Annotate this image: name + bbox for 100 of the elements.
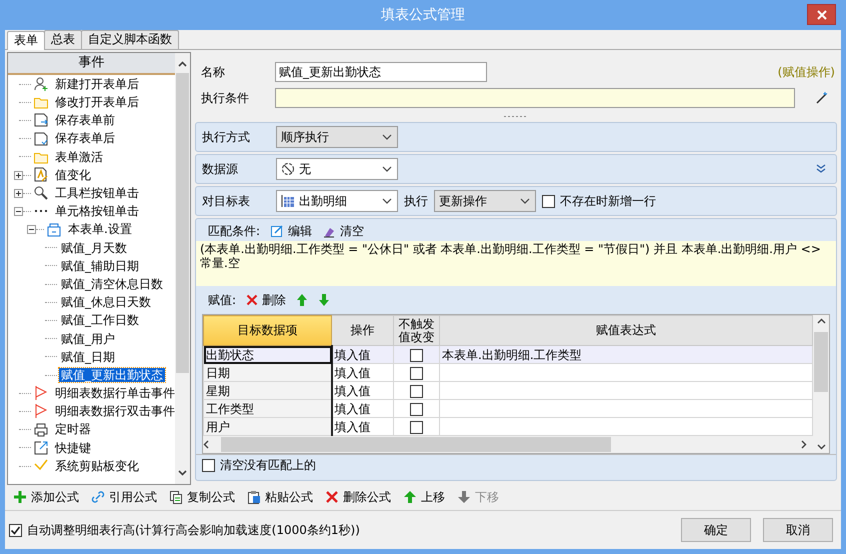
delete-button[interactable]: 删除 bbox=[246, 293, 286, 308]
checkbox[interactable] bbox=[9, 524, 22, 536]
collapse-icon[interactable] bbox=[14, 206, 23, 216]
tree-item[interactable]: 系统剪贴板变化 bbox=[53, 458, 141, 474]
checkbox-label: 不存在时新增一行 bbox=[560, 194, 656, 208]
dialog-button[interactable]: 确定 bbox=[681, 518, 751, 542]
datasource-dropdown[interactable]: 无 bbox=[276, 158, 398, 180]
dialog-button[interactable]: 取消 bbox=[763, 518, 833, 542]
field-label: 数据源 bbox=[202, 162, 239, 176]
tree-item[interactable]: 单元格按钮单击 bbox=[53, 204, 141, 219]
tree-item[interactable]: 修改打开表单后 bbox=[53, 95, 141, 110]
tree-item[interactable]: 赋值_辅助日期 bbox=[59, 258, 141, 274]
target-table-dropdown[interactable]: 出勤明细 bbox=[276, 190, 398, 212]
toolbar-button[interactable]: 粘贴公式 bbox=[247, 490, 313, 505]
scroll-down-icon[interactable] bbox=[816, 444, 826, 450]
flag-icon bbox=[33, 385, 49, 402]
move-down-icon[interactable] bbox=[318, 293, 330, 308]
column-header[interactable]: 操作 bbox=[332, 316, 394, 346]
expand-icon[interactable] bbox=[14, 170, 23, 180]
condition-expression: (本表单.出勤明细.工作类型 = "公休日" 或者 本表单.出勤明细.工作类型 = "节假日") 并且 本表单.出勤明细.用户 <> 常量.空 bbox=[196, 240, 836, 286]
table-cell: 用户 bbox=[204, 418, 332, 436]
table-cell: 日期 bbox=[204, 364, 332, 382]
checkbox[interactable] bbox=[410, 384, 423, 398]
column-header[interactable]: 不触发值改变 bbox=[394, 316, 440, 346]
tree-item[interactable]: 保存表单后 bbox=[53, 131, 117, 146]
tree-item[interactable]: 明细表数据行双击事件 bbox=[53, 404, 175, 419]
scroll-up-icon[interactable] bbox=[178, 61, 187, 67]
tree-item[interactable]: 赋值_更新出勤状态 bbox=[59, 368, 165, 382]
checkbox-label: 清空没有匹配上的 bbox=[220, 458, 316, 473]
tree-item[interactable]: 工具栏按钮单击 bbox=[53, 186, 141, 200]
toolbar-button[interactable]: 引用公式 bbox=[91, 490, 157, 505]
expand-icon[interactable] bbox=[14, 188, 23, 198]
expand-chevron-icon[interactable] bbox=[816, 164, 826, 174]
tree-item[interactable]: 赋值_月天数 bbox=[59, 240, 129, 255]
tree-item[interactable]: 值变化 bbox=[53, 168, 93, 182]
scroll-right-icon[interactable] bbox=[801, 440, 807, 450]
tree-item[interactable]: 赋值_日期 bbox=[59, 350, 117, 364]
edit-icon bbox=[270, 224, 284, 238]
field-label: 执行 bbox=[404, 194, 428, 208]
scrollbar[interactable] bbox=[175, 53, 190, 484]
checkbox[interactable] bbox=[410, 366, 423, 380]
tree-item[interactable]: 明细表数据行单击事件 bbox=[53, 386, 175, 400]
chevron-down-icon bbox=[381, 164, 393, 174]
tab[interactable]: 总表 bbox=[44, 30, 82, 49]
delete-icon bbox=[246, 294, 258, 306]
checkbox-label: 自动调整明细表行高(计算行高会影响加载速度(1000条约1秒)) bbox=[27, 522, 360, 538]
tree-item[interactable]: 定时器 bbox=[53, 422, 93, 437]
scroll-down-icon[interactable] bbox=[178, 470, 187, 476]
close-button[interactable] bbox=[807, 4, 836, 25]
scroll-left-icon[interactable] bbox=[203, 440, 209, 450]
vertical-scrollbar[interactable] bbox=[813, 315, 829, 454]
tree-item[interactable]: 赋值_休息日天数 bbox=[59, 295, 153, 310]
condition-field[interactable] bbox=[275, 88, 795, 108]
checkbox[interactable] bbox=[542, 194, 555, 208]
scroll-up-icon[interactable] bbox=[816, 318, 826, 324]
tree-item[interactable]: 快捷键 bbox=[53, 440, 93, 456]
toolbar-button[interactable]: 添加公式 bbox=[13, 490, 79, 505]
horizontal-scrollbar[interactable] bbox=[203, 436, 813, 454]
splitter-handle-icon[interactable] bbox=[503, 114, 529, 118]
toolbar-button[interactable]: 复制公式 bbox=[169, 490, 235, 505]
checkbox[interactable] bbox=[410, 348, 423, 362]
save-icon bbox=[33, 112, 49, 128]
tree-header: 事件 bbox=[8, 53, 175, 75]
tree-item[interactable]: 赋值_清空休息日数 bbox=[59, 276, 165, 292]
tab[interactable]: 自定义脚本函数 bbox=[81, 30, 179, 49]
arrow-up-icon bbox=[403, 490, 417, 504]
move-up-icon[interactable] bbox=[296, 293, 308, 308]
wand-icon[interactable] bbox=[815, 91, 829, 105]
field-label: 赋值: bbox=[208, 293, 236, 308]
edit-button[interactable]: 编辑 bbox=[270, 224, 312, 238]
tab[interactable]: 表单 bbox=[7, 31, 45, 50]
exec-dropdown[interactable]: 更新操作 bbox=[434, 190, 536, 212]
toolbar-button[interactable]: 删除公式 bbox=[325, 490, 391, 505]
flag-icon bbox=[33, 403, 49, 420]
table-cell: 出勤状态 bbox=[204, 346, 332, 364]
name-field[interactable]: 赋值_更新出勤状态 bbox=[275, 62, 487, 82]
checkbox[interactable] bbox=[410, 420, 423, 434]
no-entry-icon bbox=[281, 162, 295, 176]
chevron-down-icon bbox=[381, 132, 393, 142]
field-label: 名称 bbox=[201, 64, 226, 80]
column-header[interactable]: 赋值表达式 bbox=[440, 316, 812, 346]
table-cell: 填入值 bbox=[332, 346, 394, 364]
clear-button[interactable]: 清空 bbox=[322, 224, 364, 238]
tree-item[interactable]: 新建打开表单后 bbox=[53, 76, 141, 92]
tree-item[interactable]: 赋值_工作日数 bbox=[59, 313, 141, 328]
tree-item[interactable]: 本表单.设置 bbox=[66, 222, 134, 237]
checkbox[interactable] bbox=[202, 459, 215, 472]
tree-item[interactable]: 赋值_用户 bbox=[59, 332, 117, 346]
copy-icon bbox=[169, 490, 183, 504]
column-header[interactable]: 目标数据项 bbox=[204, 316, 332, 346]
toolbar-button[interactable]: 上移 bbox=[403, 490, 445, 505]
collapse-icon[interactable] bbox=[27, 225, 36, 234]
user-add-icon bbox=[33, 76, 49, 92]
checkbox[interactable] bbox=[410, 402, 423, 416]
tree-item[interactable]: 保存表单前 bbox=[53, 113, 117, 128]
table-cell: 工作类型 bbox=[204, 400, 332, 418]
tree-item[interactable]: 表单激活 bbox=[53, 150, 105, 164]
exec-mode-dropdown[interactable]: 顺序执行 bbox=[276, 126, 398, 148]
save-icon bbox=[33, 130, 49, 147]
plus-icon bbox=[13, 490, 27, 504]
